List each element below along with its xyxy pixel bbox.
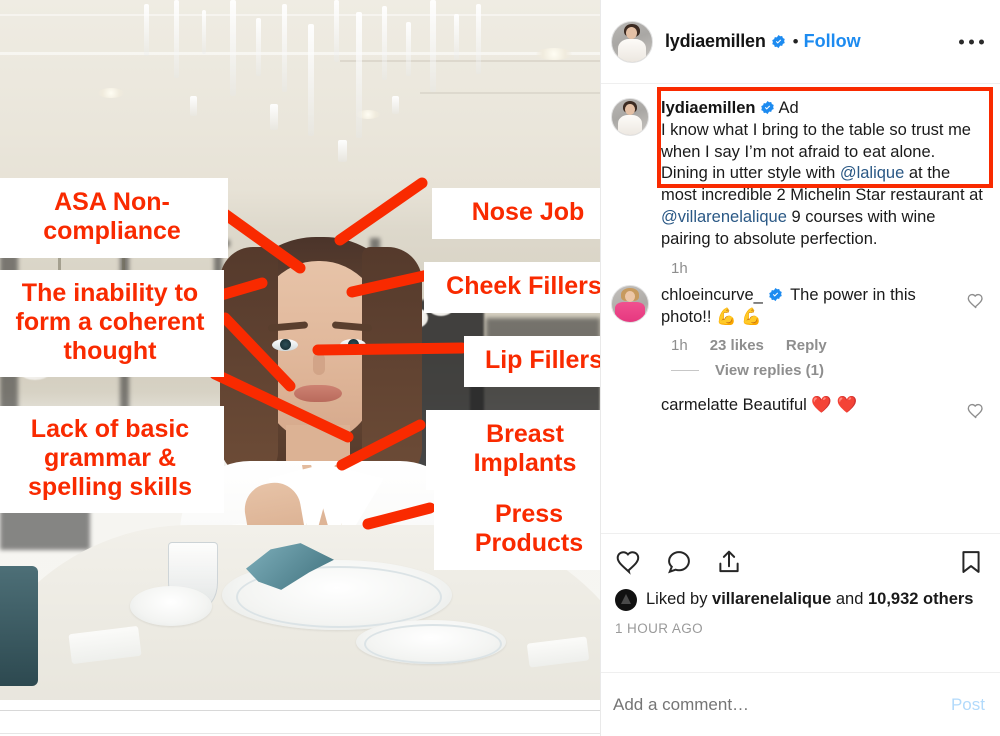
view-replies-label: View replies (1) [715,361,824,379]
avatar[interactable] [611,98,649,136]
view-replies-button[interactable]: View replies (1) [601,354,1000,379]
comment-likes[interactable]: 23 likes [710,337,764,354]
caption-body-prefix: Dining in utter style with [661,164,840,183]
header-username[interactable]: lydiaemillen [665,31,766,52]
likes-middle: and [831,590,868,609]
caption-username[interactable]: lydiaemillen [661,99,755,117]
share-icon[interactable] [715,548,743,581]
comment-text: chloeincurve_ The power in this photo!! … [661,285,958,329]
annotation-cheek-fillers: Cheek Fillers [424,262,600,313]
annotation-lip-fillers: Lip Fillers [464,336,600,387]
annotation-press-products: Press Products [434,490,600,570]
likes-prefix: Liked by [646,590,713,609]
lips [294,385,342,402]
comment-item: carmelatte Beautiful ❤️ ❤️ [601,379,1000,426]
comment-timestamp: 1h [671,336,688,354]
comment-item: chloeincurve_ The power in this photo!! … [601,277,1000,329]
side-plate-ring [364,624,502,664]
hair-strand-left [220,247,278,477]
mention-lalique[interactable]: @lalique [840,164,904,182]
chandelier-icon [130,0,481,162]
ceiling-light [536,48,572,60]
reply-button[interactable]: Reply [786,337,827,354]
comment-username[interactable]: carmelatte [661,396,738,414]
ceiling-light [98,88,124,98]
instagram-panel: lydiaemillen • Follow lydiaemillen Ad I k… [600,0,1000,736]
add-comment-input[interactable] [611,693,951,716]
mention-villarenelalique[interactable]: @villarenelalique [661,208,787,226]
post-photo[interactable]: ASA Non-compliance The inability to form… [0,0,600,700]
caption-highlighted-text: I know what I bring to the table so trus… [661,120,971,161]
side-dish [130,586,212,626]
post-caption: lydiaemillen Ad I know what I bring to th… [601,84,1000,250]
post-time-ago: 1 HOUR AGO [615,621,704,636]
heart-icon[interactable] [615,548,643,581]
annotation-asa-non-compliance: ASA Non-compliance [0,178,228,258]
comment-username[interactable]: chloeincurve_ [661,286,763,304]
post-header: lydiaemillen • Follow [601,0,1000,84]
verified-badge-icon [768,287,783,302]
action-icons-row [615,548,985,581]
follow-button[interactable]: Follow [804,31,861,52]
add-comment-bar: Post [601,672,1000,736]
avatar[interactable] [611,20,653,63]
header-separator: • [792,31,799,51]
likes-summary: Liked by villarenelalique and 10,932 oth… [615,589,985,611]
post-comment-button[interactable]: Post [951,695,985,715]
likes-count[interactable]: 10,932 others [868,590,973,608]
photo-bottom-fill [0,700,600,736]
liker-avatar [615,589,637,611]
photo-pane: ASA Non-compliance The inability to form… [0,0,600,736]
speech-bubble-icon[interactable] [665,548,693,581]
ad-label: Ad [778,99,799,117]
comment-meta: 1h 23 likes Reply [601,329,1000,354]
divider [0,710,600,711]
dash-icon [671,369,699,371]
ellipsis-icon[interactable] [959,39,984,44]
comment-body: Beautiful ❤️ ❤️ [738,395,858,414]
annotation-breast-implants: Breast Implants [426,410,600,490]
caption-text: lydiaemillen Ad I know what I bring to th… [661,98,986,250]
vase [0,566,38,686]
divider [0,733,600,734]
instagram-post-screenshot: ASA Non-compliance The inability to form… [0,0,1000,736]
iris-right [348,339,359,350]
heart-icon[interactable] [966,401,986,426]
heart-icon[interactable] [966,291,986,316]
bookmark-icon[interactable] [957,548,985,581]
post-body: lydiaemillen Ad I know what I bring to th… [601,84,1000,532]
avatar[interactable] [611,285,649,324]
verified-badge-icon [771,34,786,49]
annotation-nose-job: Nose Job [432,188,600,239]
hair-strand-right [362,247,422,482]
comment-text: carmelatte Beautiful ❤️ ❤️ [661,395,958,417]
likes-text: Liked by villarenelalique and 10,932 oth… [646,589,973,610]
nose [313,353,325,375]
iris-left [280,339,291,350]
action-bar: Liked by villarenelalique and 10,932 oth… [601,533,1000,636]
verified-badge-icon [760,100,775,115]
caption-timestamp: 1h [671,260,688,278]
annotation-inability: The inability to form a coherent thought [0,270,224,377]
likes-username[interactable]: villarenelalique [712,590,831,608]
annotation-grammar: Lack of basic grammar & spelling skills [0,406,224,513]
